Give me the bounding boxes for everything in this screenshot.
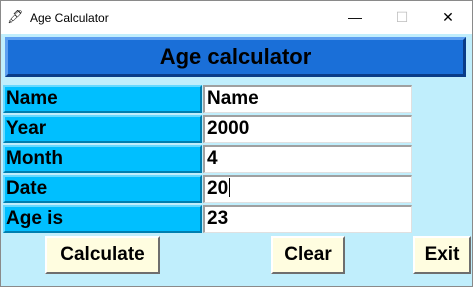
clear-button[interactable]: Clear: [271, 236, 345, 274]
text-caret: [229, 178, 231, 197]
year-label: Year: [3, 115, 202, 143]
window-title: Age Calculator: [30, 11, 109, 25]
date-value: 20: [207, 178, 229, 199]
app-window: 🖋 Age Calculator — ☐ ✕ Age calculator Na…: [0, 0, 473, 287]
client-area: Age calculator Name Name Year 2000 Month…: [1, 34, 472, 286]
date-label: Date: [3, 175, 202, 203]
month-field[interactable]: 4: [203, 145, 412, 173]
feather-icon: 🖋: [7, 9, 24, 24]
close-button[interactable]: ✕: [425, 1, 471, 34]
age-value: 23: [207, 208, 229, 229]
maximize-icon: ☐: [395, 9, 409, 25]
title-bar: 🖋 Age Calculator — ☐ ✕: [1, 1, 472, 34]
maximize-button: ☐: [379, 1, 425, 34]
year-field[interactable]: 2000: [203, 115, 412, 143]
header-banner: Age calculator: [5, 37, 466, 77]
exit-button[interactable]: Exit: [413, 236, 471, 274]
name-field[interactable]: Name: [203, 85, 412, 113]
close-icon: ✕: [442, 9, 454, 25]
month-value: 4: [207, 148, 218, 169]
name-label: Name: [3, 85, 202, 113]
age-label: Age is: [3, 205, 202, 233]
date-field[interactable]: 20: [203, 175, 412, 203]
minimize-button[interactable]: —: [332, 1, 378, 34]
name-value: Name: [207, 88, 259, 109]
month-label: Month: [3, 145, 202, 173]
age-result-field[interactable]: 23: [203, 205, 412, 233]
year-value: 2000: [207, 118, 250, 139]
calculate-button[interactable]: Calculate: [45, 236, 160, 274]
page-title: Age calculator: [159, 44, 312, 69]
minimize-icon: —: [348, 9, 362, 25]
